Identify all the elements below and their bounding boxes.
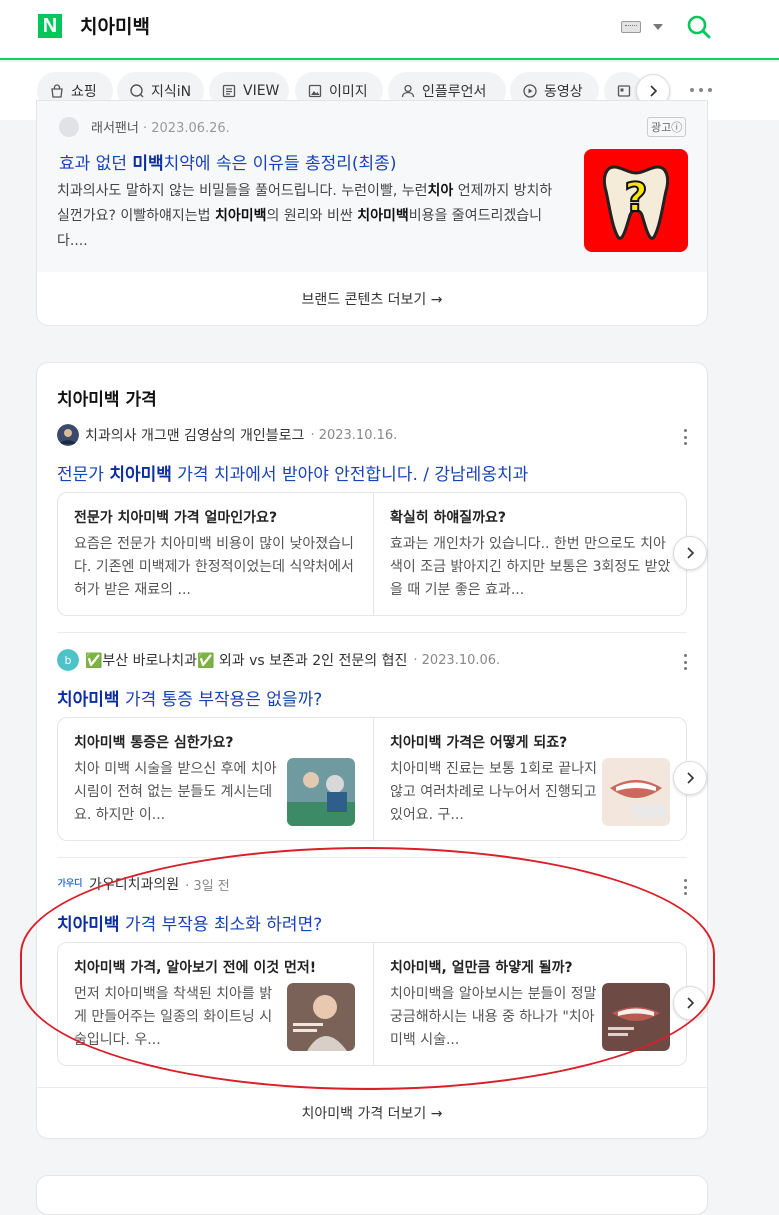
tooth-whitening-price-card: 치아미백 가격 치과의사 개그맨 김영삼의 개인블로그 · 2023.10.16…	[36, 362, 708, 1139]
ad-date: 2023.06.26.	[151, 121, 230, 136]
qa-card[interactable]: 치아미백 통증은 심한가요? 치아 미백 시술을 받으신 후에 치아 시림이 전…	[58, 718, 374, 840]
qa-answer: 효과는 개인차가 있습니다.. 한번 만으로도 치아색이 조금 밝아지긴 하지만…	[390, 536, 671, 598]
view-icon	[222, 84, 236, 97]
tab-label: 지식iN	[151, 83, 192, 100]
news-icon	[617, 84, 631, 97]
post-source[interactable]: 치과의사 개그맨 김영삼의 개인블로그 · 2023.10.16.	[57, 424, 397, 446]
post-title[interactable]: 치아미백 가격 부작용 최소화 하려면?	[57, 910, 322, 935]
next-card	[36, 1175, 708, 1215]
ad-title[interactable]: 효과 없던 미백치약에 속은 이유들 총정리(최종)	[59, 149, 396, 174]
avatar: 가우디	[57, 876, 83, 892]
ad-source: 래서팬너 · 2023.06.26.	[91, 121, 230, 136]
qa-card[interactable]: 치아미백, 얼만큼 하얗게 될까? 치아미백을 알아보시는 분들이 정말 궁금해…	[374, 943, 686, 1065]
post-date: · 3일 전	[185, 878, 230, 894]
qa-card[interactable]: 전문가 치아미백 가격 얼마인가요? 요즘은 전문가 치아미백 비용이 많이 낮…	[58, 493, 374, 615]
tab-label: 이미지	[329, 83, 368, 100]
qa-answer: 치아미백을 알아보시는 분들이 정말 궁금해하시는 내용 중 하나가 "치아미백…	[390, 986, 597, 1048]
divider	[57, 632, 687, 633]
search-header: N 치아미백	[0, 0, 779, 60]
section-title: 치아미백 가격	[57, 390, 157, 410]
divider	[37, 1087, 707, 1088]
ad-item[interactable]: 래서팬너 · 2023.06.26. 광고ⓘ 효과 없던 미백치약에 속은 이유…	[37, 101, 707, 272]
search-query[interactable]: 치아미백	[80, 12, 150, 39]
search-icon[interactable]	[686, 14, 712, 40]
tab-label: 동영상	[544, 83, 583, 100]
post-author[interactable]: 가우디치과의원	[89, 874, 179, 894]
qa-question: 전문가 치아미백 가격 얼마인가요?	[74, 510, 278, 526]
avatar	[57, 424, 79, 446]
qa-answer: 요즘은 전문가 치아미백 비용이 많이 낮아졌습니다. 기존엔 미백제가 한정적…	[74, 536, 354, 598]
more-icon[interactable]	[690, 88, 712, 94]
svg-text:?: ?	[624, 175, 647, 221]
qa-thumbnail	[602, 758, 670, 826]
qa-card[interactable]: 치아미백 가격, 알아보기 전에 이것 먼저! 먼저 치아미백을 착색된 치아를…	[58, 943, 374, 1065]
ad-source-name[interactable]: 래서팬너	[91, 121, 139, 136]
qa-thumbnail	[287, 983, 355, 1051]
qa-card[interactable]: 확실히 하얘질까요? 효과는 개인차가 있습니다.. 한번 만으로도 치아색이 …	[374, 493, 686, 615]
chevron-right-icon	[650, 85, 658, 97]
post-source[interactable]: 가우디 가우디치과의원 · 3일 전	[57, 874, 230, 894]
qa-question: 치아미백 통증은 심한가요?	[74, 735, 234, 751]
carousel-next-button[interactable]	[673, 761, 707, 795]
qa-question: 치아미백 가격은 어떻게 되죠?	[390, 735, 568, 751]
chevron-down-icon[interactable]	[653, 24, 663, 30]
brand-content-card: 래서팬너 · 2023.06.26. 광고ⓘ 효과 없던 미백치약에 속은 이유…	[36, 100, 708, 326]
post-title[interactable]: 치아미백 가격 통증 부작용은 없을까?	[57, 685, 322, 710]
qa-question: 치아미백 가격, 알아보기 전에 이것 먼저!	[74, 960, 317, 976]
ad-badge[interactable]: 광고ⓘ	[647, 117, 687, 137]
tab-label: 인플루언서	[422, 83, 487, 100]
post-menu-icon[interactable]	[681, 429, 689, 445]
qa-carousel: 치아미백 가격, 알아보기 전에 이것 먼저! 먼저 치아미백을 착색된 치아를…	[57, 942, 687, 1066]
qa-thumbnail	[287, 758, 355, 826]
qa-answer: 치아 미백 시술을 받으신 후에 치아 시림이 전혀 없는 분들도 계시는데요.…	[74, 761, 277, 823]
ad-description: 치과의사도 말하지 않는 비밀들을 풀어드립니다. 누런이빨, 누런치아 언제까…	[57, 183, 553, 249]
tab-label: VIEW	[243, 82, 280, 99]
post-date: · 2023.10.06.	[413, 652, 501, 668]
image-icon	[308, 84, 322, 97]
brand-content-more-link[interactable]: 브랜드 콘텐츠 더보기 →	[37, 289, 707, 309]
tooth-question-icon: ?	[602, 165, 670, 240]
ad-thumbnail[interactable]: ?	[584, 149, 688, 252]
post-menu-icon[interactable]	[681, 654, 689, 670]
qa-answer: 치아미백 진료는 보통 1회로 끝나지 않고 여러차례로 나누어서 진행되고 있…	[390, 761, 598, 823]
post-menu-icon[interactable]	[681, 879, 689, 895]
chevron-right-icon	[687, 547, 695, 559]
post-title[interactable]: 전문가 치아미백 가격 치과에서 받아야 안전합니다. / 강남레옹치과	[57, 460, 528, 485]
person-icon	[401, 84, 415, 97]
qa-question: 치아미백, 얼만큼 하얗게 될까?	[390, 960, 573, 976]
source-avatar	[59, 117, 79, 137]
avatar: b	[57, 649, 79, 671]
naver-logo[interactable]: N	[38, 14, 62, 38]
divider	[57, 857, 687, 858]
post-author[interactable]: 치과의사 개그맨 김영삼의 개인블로그	[85, 425, 304, 445]
qa-answer: 먼저 치아미백을 착색된 치아를 밝게 만들어주는 일종의 화이트닝 시술입니다…	[74, 986, 273, 1048]
qa-thumbnail	[602, 983, 670, 1051]
qna-icon	[130, 83, 144, 97]
carousel-next-button[interactable]	[673, 536, 707, 570]
post-date: · 2023.10.16.	[310, 427, 398, 443]
play-icon	[523, 83, 537, 98]
keyboard-icon[interactable]	[621, 21, 641, 33]
chevron-right-icon	[687, 772, 695, 784]
post-author[interactable]: ✅부산 바로나치과✅ 외과 vs 보존과 2인 전문의 협진	[85, 650, 407, 670]
section-more-link[interactable]: 치아미백 가격 더보기 →	[37, 1103, 707, 1123]
qa-card[interactable]: 치아미백 가격은 어떻게 되죠? 치아미백 진료는 보통 1회로 끝나지 않고 …	[374, 718, 686, 840]
qa-question: 확실히 하얘질까요?	[390, 510, 507, 526]
tab-label: 쇼핑	[71, 83, 97, 100]
qa-carousel: 치아미백 통증은 심한가요? 치아 미백 시술을 받으신 후에 치아 시림이 전…	[57, 717, 687, 841]
shopping-bag-icon	[51, 83, 63, 98]
svg-text:b: b	[65, 654, 72, 667]
chevron-right-icon	[687, 997, 695, 1009]
qa-carousel: 전문가 치아미백 가격 얼마인가요? 요즘은 전문가 치아미백 비용이 많이 낮…	[57, 492, 687, 616]
post-source[interactable]: b ✅부산 바로나치과✅ 외과 vs 보존과 2인 전문의 협진 · 2023.…	[57, 649, 500, 671]
carousel-next-button[interactable]	[673, 986, 707, 1020]
